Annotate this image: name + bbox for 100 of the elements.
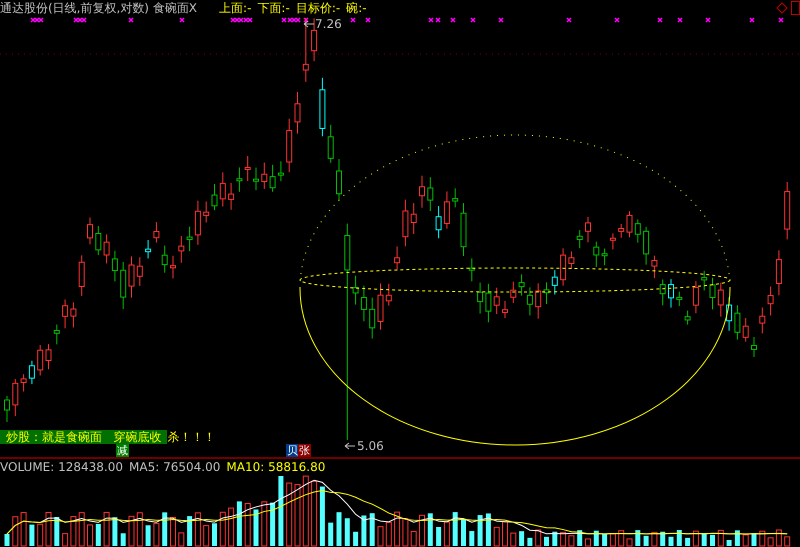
candlestick xyxy=(402,199,408,247)
candlestick xyxy=(552,270,558,296)
candlestick xyxy=(270,164,276,192)
candlestick xyxy=(742,317,749,342)
candlestick xyxy=(128,256,134,298)
candlestick xyxy=(261,162,268,190)
banner-text: 杀！！！ xyxy=(167,430,216,444)
candlestick xyxy=(544,282,550,304)
indicator-reading: 下面:- xyxy=(257,0,290,16)
candlestick xyxy=(328,124,334,164)
candlestick xyxy=(726,296,732,332)
candlestick xyxy=(394,246,400,270)
candlestick xyxy=(485,283,492,323)
candlestick xyxy=(468,258,475,282)
candlestick xyxy=(228,182,234,210)
candlestick xyxy=(751,336,757,358)
candlestick xyxy=(692,280,699,314)
candlestick xyxy=(602,248,608,266)
candlestick xyxy=(494,287,500,315)
candlestick xyxy=(386,283,392,306)
candlestick xyxy=(360,285,367,322)
candlestick xyxy=(178,236,184,264)
candlestick xyxy=(510,281,516,304)
candlestick xyxy=(651,255,658,279)
high-price-label: 7.26 xyxy=(315,17,342,31)
candlestick xyxy=(145,239,152,259)
indicator-reading: 碗:- xyxy=(346,0,367,16)
low-price-label: 5.06 xyxy=(357,439,384,453)
candlestick xyxy=(784,182,790,240)
banner-text: 炒股：就是食碗面 穿碗底收 xyxy=(0,430,168,444)
candlestick xyxy=(220,172,226,208)
candlestick xyxy=(759,306,766,334)
candlestick xyxy=(294,91,300,134)
candlestick xyxy=(136,256,143,286)
candlestick xyxy=(302,18,309,82)
candlestick xyxy=(734,304,740,340)
candlestick xyxy=(70,302,76,328)
candlestick xyxy=(278,160,284,182)
indicator-reading: 目标价:- xyxy=(296,0,340,16)
candlestick xyxy=(369,297,376,340)
candlestick xyxy=(286,118,292,173)
candlestick xyxy=(236,166,242,192)
candlestick xyxy=(112,250,118,282)
candlestick xyxy=(576,230,583,249)
candlestick xyxy=(37,344,44,376)
candlestick xyxy=(319,77,326,137)
candlestick xyxy=(54,324,60,345)
candlestick xyxy=(20,374,27,392)
volume-reading: MA10: 58816.80 xyxy=(226,460,326,474)
candlestick xyxy=(120,261,126,310)
candlestick xyxy=(28,360,35,385)
high-pointer-icon xyxy=(304,20,314,28)
candlestick xyxy=(336,158,342,202)
candlestick xyxy=(311,18,318,62)
candlestick xyxy=(253,167,259,191)
candlestick xyxy=(526,286,533,316)
candlestick xyxy=(427,176,434,212)
candlestick xyxy=(518,274,525,296)
candlestick xyxy=(419,175,425,208)
candlestick xyxy=(62,298,68,329)
candlestick xyxy=(684,310,691,326)
chart-title: 通达股份(日线,前复权,对数) 食碗面X xyxy=(0,0,198,16)
candlestick xyxy=(153,222,160,243)
candlestick xyxy=(444,190,450,230)
low-pointer-icon xyxy=(344,442,356,450)
candlestick xyxy=(436,206,442,239)
candlestick xyxy=(477,282,484,314)
candlestick xyxy=(203,200,210,223)
signal-tag: 减 xyxy=(116,444,129,457)
candlestick xyxy=(643,226,650,266)
candlestick xyxy=(46,344,52,370)
diamond-icon[interactable] xyxy=(776,2,788,14)
signal-tag: 张 xyxy=(298,444,311,457)
candlestick xyxy=(710,277,716,310)
candlestick xyxy=(352,275,359,306)
volume-reading: VOLUME: 128438.00 xyxy=(0,460,124,474)
candlestick xyxy=(12,378,18,417)
candlestick xyxy=(701,270,708,291)
candlestick xyxy=(460,202,466,256)
candlestick xyxy=(410,202,417,234)
candlestick xyxy=(676,291,682,306)
candlestick xyxy=(660,278,666,306)
candlestick xyxy=(585,216,591,243)
candlestick xyxy=(634,219,641,244)
candlestick xyxy=(162,245,168,274)
candlestick xyxy=(78,254,85,296)
candlestick xyxy=(212,184,218,211)
candlestick xyxy=(452,188,458,208)
candlestick xyxy=(186,226,193,252)
panel-icon[interactable] xyxy=(791,1,800,15)
candlestick xyxy=(502,300,508,319)
candlestick xyxy=(4,396,10,422)
candlestick xyxy=(244,156,251,182)
candlestick xyxy=(626,210,632,238)
volume-reading: MA5: 76504.00 xyxy=(129,460,220,474)
candlestick xyxy=(718,282,724,318)
candlestick xyxy=(560,248,566,286)
candlestick xyxy=(568,250,574,270)
candlestick xyxy=(378,283,384,330)
candlestick xyxy=(170,255,176,279)
